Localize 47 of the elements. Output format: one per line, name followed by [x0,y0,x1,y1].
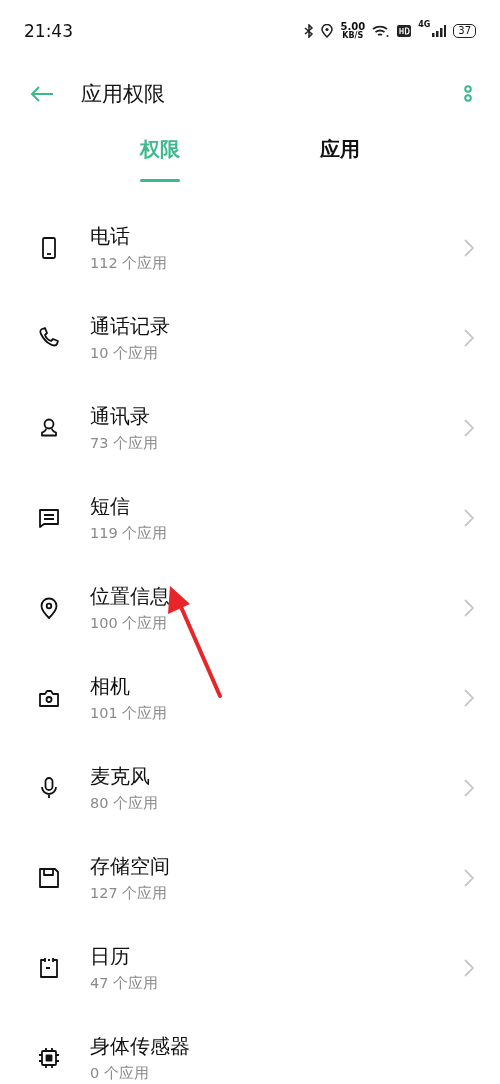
app-count: 101 个应用 [90,704,169,723]
speed-unit: KB/S [342,32,364,40]
permission-name: 短信 [90,493,131,519]
status-time: 21:43 [24,21,73,41]
network-type: 4G [418,20,431,29]
back-button[interactable] [30,85,54,103]
permission-name: 通话记录 [90,313,171,339]
app-count: 10 个应用 [90,344,160,363]
hd-icon [397,25,412,37]
permission-item[interactable]: 位置信息 100 个应用 [0,563,500,653]
permission-name: 位置信息 [90,583,171,609]
permission-name: 通讯录 [90,403,151,429]
message-icon [37,506,61,530]
wifi-icon [372,24,391,38]
permission-item[interactable]: 身体传感器 0 个应用 [0,1013,500,1084]
app-count: 0 个应用 [90,1064,150,1083]
chip-icon [37,1046,61,1070]
permission-item[interactable]: 电话 112 个应用 [0,203,500,293]
permission-name: 麦克风 [90,763,151,789]
app-count: 73 个应用 [90,434,160,453]
app-count: 80 个应用 [90,794,160,813]
battery-level: 37 [453,24,476,38]
location-icon [321,24,334,38]
tab[interactable]: 应用 [320,126,360,186]
permission-item[interactable]: 通话记录 10 个应用 [0,293,500,383]
page-title: 应用权限 [81,81,166,108]
permission-item[interactable]: 相机 101 个应用 [0,653,500,743]
permission-item[interactable]: 短信 119 个应用 [0,473,500,563]
permission-name: 电话 [90,223,131,249]
app-count: 127 个应用 [90,884,169,903]
permission-name: 存储空间 [90,853,171,879]
permission-item[interactable]: 麦克风 80 个应用 [0,743,500,833]
permission-name: 身体传感器 [90,1033,191,1059]
bluetooth-icon [304,24,315,38]
more-options-button[interactable] [464,84,472,104]
permission-item[interactable]: 日历 47 个应用 [0,923,500,1013]
app-count: 112 个应用 [90,254,169,273]
signal-icon [432,25,447,37]
permission-item[interactable]: 存储空间 127 个应用 [0,833,500,923]
app-count: 100 个应用 [90,614,169,633]
app-count: 47 个应用 [90,974,160,993]
calendar-icon [37,956,61,980]
permission-name: 相机 [90,673,131,699]
permission-name: 日历 [90,943,131,969]
network-speed: 5.00 [340,22,366,32]
app-count: 119 个应用 [90,524,169,543]
permission-item[interactable]: 通讯录 73 个应用 [0,383,500,473]
